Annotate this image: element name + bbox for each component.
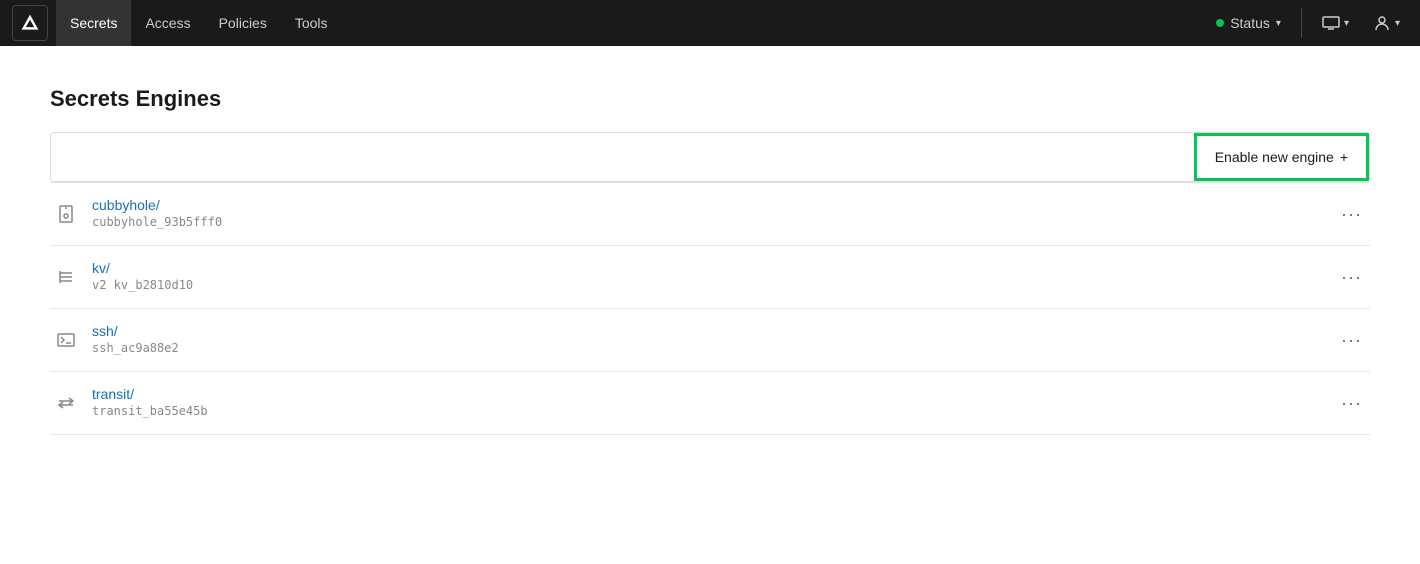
search-input[interactable]	[51, 136, 1194, 178]
table-row[interactable]: transit/ transit_ba55e45b ···	[50, 372, 1370, 435]
ssh-menu[interactable]: ···	[1333, 326, 1370, 355]
vault-logo[interactable]	[12, 5, 48, 41]
kv-link[interactable]: kv/	[92, 260, 1333, 276]
navbar: Secrets Access Policies Tools Status ▾ ▾…	[0, 0, 1420, 46]
cubbyhole-info: cubbyhole/ cubbyhole_93b5fff0	[92, 197, 1333, 231]
nav-right: Status ▾ ▾ ▾	[1208, 8, 1408, 38]
engines-list: cubbyhole/ cubbyhole_93b5fff0 ··· kv/ v2…	[50, 182, 1370, 435]
nav-secrets[interactable]: Secrets	[56, 0, 131, 46]
status-chevron-icon: ▾	[1276, 18, 1281, 29]
kv-icon	[50, 269, 82, 285]
ssh-desc: ssh_ac9a88e2	[92, 341, 179, 355]
table-row[interactable]: cubbyhole/ cubbyhole_93b5fff0 ···	[50, 183, 1370, 246]
cubbyhole-desc: cubbyhole_93b5fff0	[92, 215, 222, 229]
toolbar: Enable new engine +	[50, 132, 1370, 182]
nav-tools[interactable]: Tools	[281, 0, 342, 46]
enable-engine-button[interactable]: Enable new engine +	[1194, 133, 1369, 181]
user-button[interactable]: ▾	[1365, 10, 1408, 36]
table-row[interactable]: ssh/ ssh_ac9a88e2 ···	[50, 309, 1370, 372]
ssh-icon	[50, 333, 82, 347]
screen-chevron-icon: ▾	[1344, 18, 1349, 29]
nav-divider	[1301, 8, 1302, 38]
table-row[interactable]: kv/ v2 kv_b2810d10 ···	[50, 246, 1370, 309]
cubbyhole-link[interactable]: cubbyhole/	[92, 197, 1333, 213]
transit-menu[interactable]: ···	[1333, 389, 1370, 418]
user-chevron-icon: ▾	[1395, 18, 1400, 29]
ssh-link[interactable]: ssh/	[92, 323, 1333, 339]
transit-info: transit/ transit_ba55e45b	[92, 386, 1333, 420]
enable-engine-icon: +	[1340, 149, 1348, 165]
main-content: Secrets Engines Enable new engine + cubb…	[0, 46, 1420, 475]
nav-access[interactable]: Access	[131, 0, 204, 46]
status-button[interactable]: Status ▾	[1208, 11, 1289, 35]
ssh-info: ssh/ ssh_ac9a88e2	[92, 323, 1333, 357]
enable-engine-label: Enable new engine	[1215, 149, 1334, 165]
screen-button[interactable]: ▾	[1314, 12, 1357, 34]
status-label: Status	[1230, 15, 1270, 31]
nav-policies[interactable]: Policies	[205, 0, 281, 46]
kv-desc: v2 kv_b2810d10	[92, 278, 193, 292]
page-title: Secrets Engines	[50, 86, 1370, 112]
cubbyhole-menu[interactable]: ···	[1333, 200, 1370, 229]
transit-link[interactable]: transit/	[92, 386, 1333, 402]
status-indicator	[1216, 19, 1224, 27]
transit-icon	[50, 396, 82, 410]
transit-desc: transit_ba55e45b	[92, 404, 208, 418]
kv-info: kv/ v2 kv_b2810d10	[92, 260, 1333, 294]
kv-menu[interactable]: ···	[1333, 263, 1370, 292]
cubbyhole-icon	[50, 205, 82, 223]
